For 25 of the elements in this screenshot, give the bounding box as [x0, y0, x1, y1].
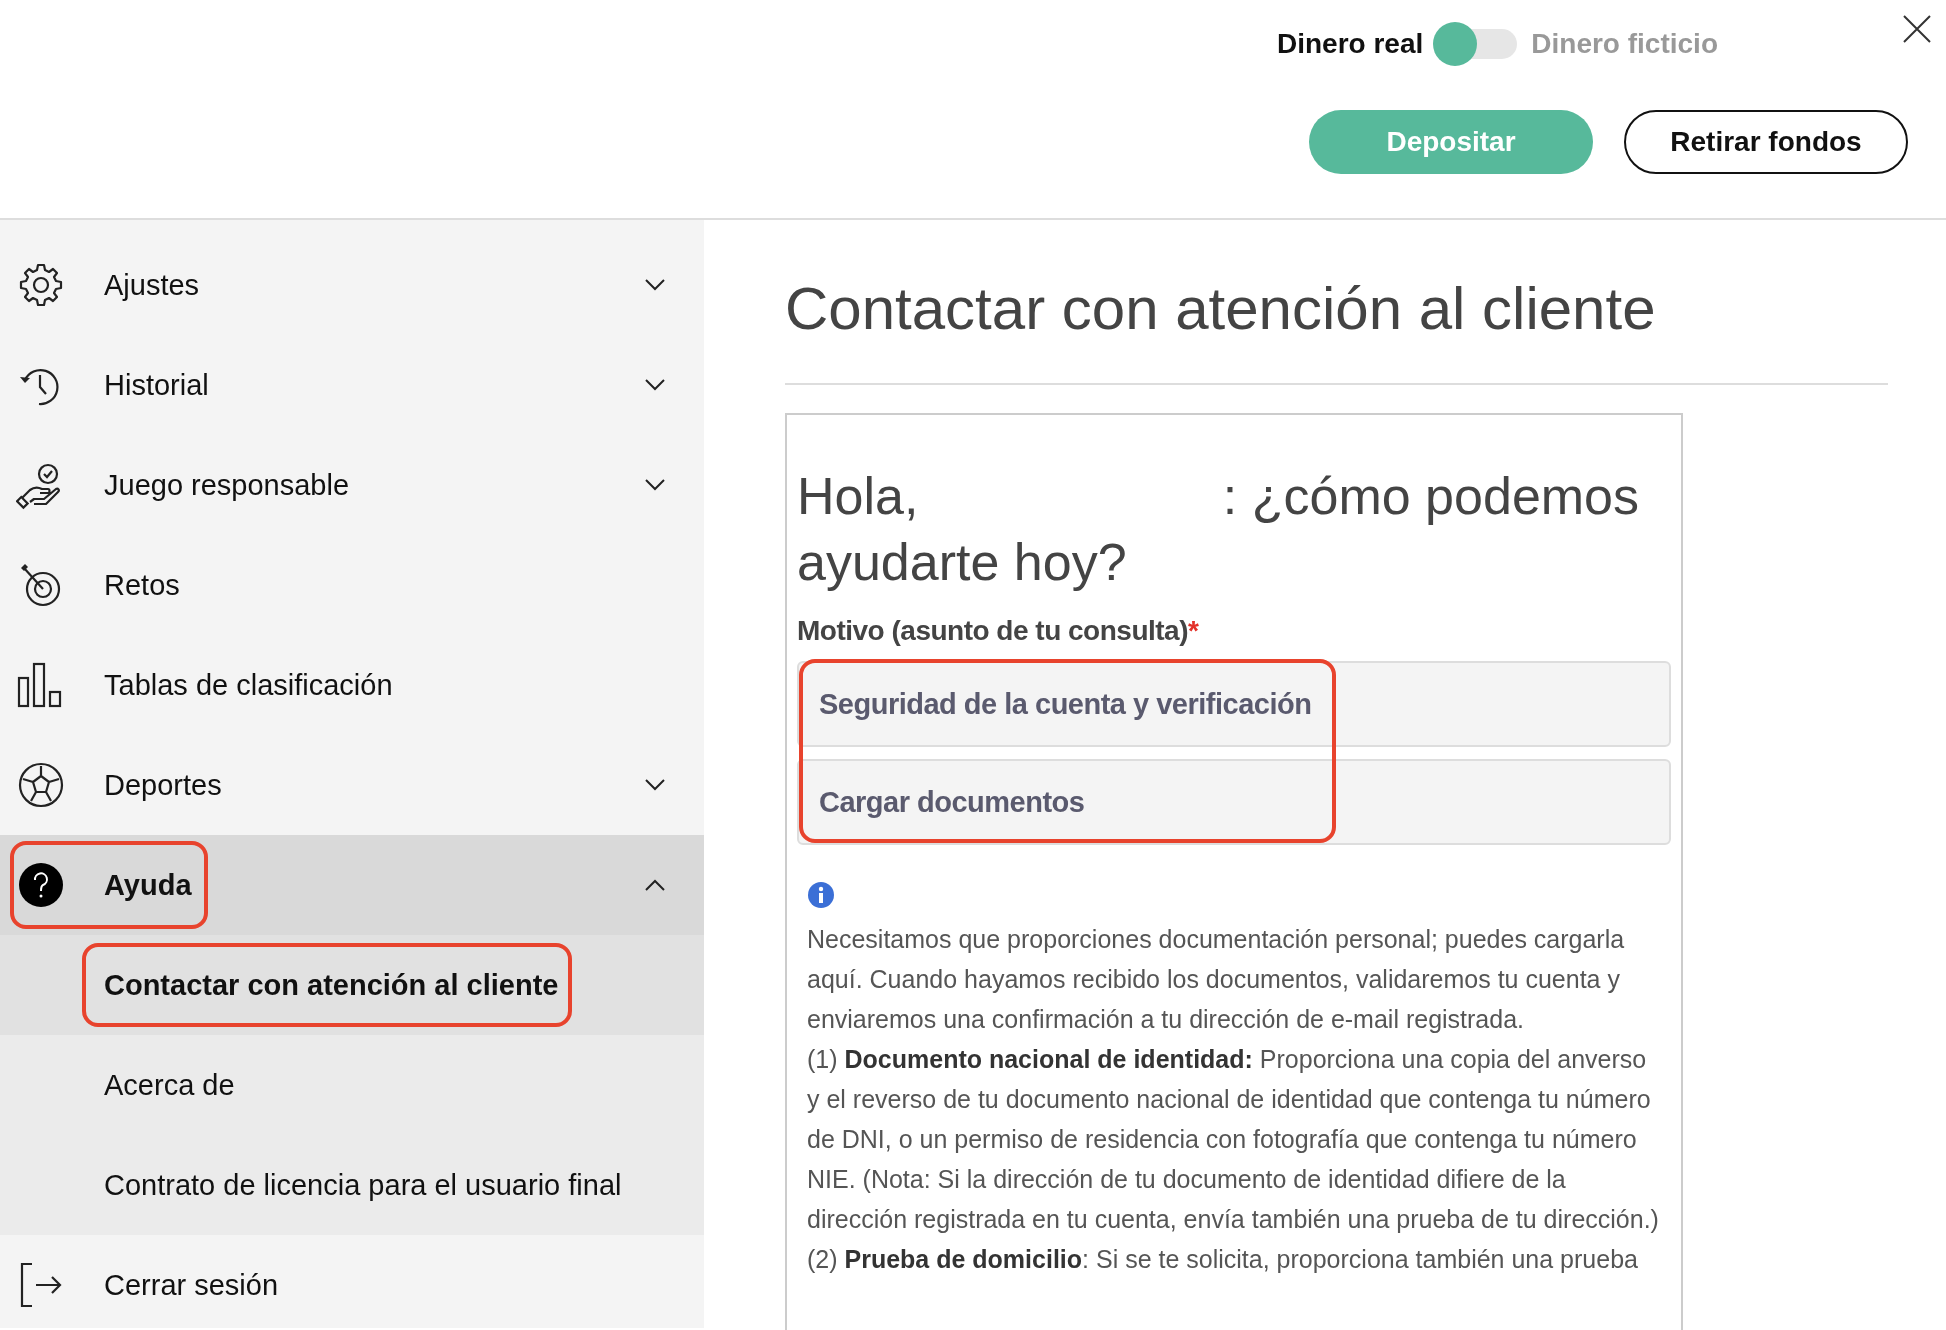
info-paragraph: (1) Documento nacional de identidad: Proporciona una copia del anverso y el reverso de tu documento nacional de identidad que contenga tu número de DNI, o un permiso de residencia con fotografía que contenga tu número NIE. (Nota: Si la dirección de tu documento de identidad difiere de la dirección registrada en tu cuenta, envía también una prueba de tu dirección.)	[806, 1044, 1660, 1235]
sidebar-item[interactable]: Ajustes	[0, 235, 704, 335]
sidebar-item[interactable]: Tablas de clasificación	[0, 635, 704, 735]
page-title: Contactar con atención al cliente	[785, 274, 1657, 343]
reason-option[interactable]: Cargar documentos	[797, 759, 1671, 845]
help-icon	[16, 860, 66, 910]
sidebar-item[interactable]: Deportes	[0, 735, 704, 835]
withdraw-button[interactable]: Retirar fondos	[1624, 110, 1908, 174]
sidebar-item[interactable]: Ayuda	[0, 835, 704, 935]
submenu-item[interactable]: Acerca de	[0, 1035, 704, 1135]
info-paragraph: Necesitamos que proporciones documentación personal; puedes cargarla aquí. Cuando hayamos recibido los documentos, validaremos tu cuenta y enviaremos una confirmación a tu dirección de e-mail registrada.	[806, 924, 1626, 1035]
soccer-ball-icon	[16, 760, 66, 810]
sidebar-item[interactable]: Juego responsable	[0, 435, 704, 535]
submenu-item[interactable]: Contactar con atención al cliente	[0, 935, 704, 1035]
info-icon	[807, 881, 835, 909]
close-icon[interactable]	[1902, 14, 1932, 44]
mode-label[interactable]: Dinero real	[1277, 28, 1424, 60]
submenu-item[interactable]: Contrato de licencia para el usuario final	[0, 1135, 704, 1235]
sidebar-item[interactable]: Retos	[0, 535, 704, 635]
sidebar-item[interactable]: Cerrar sesión	[0, 1235, 704, 1330]
sidebar-item[interactable]: Historial	[0, 335, 704, 435]
info-paragraph: (2) Prueba de domicilio: Si se te solicita, proporciona también una prueba	[806, 1244, 1639, 1275]
greeting-heading: Hola, : ¿cómo podemos ayudarte hoy?	[797, 466, 1641, 593]
field-label: Motivo (asunto de tu consulta)*	[797, 615, 1200, 647]
reason-option[interactable]: Seguridad de la cuenta y verificación	[797, 661, 1671, 747]
